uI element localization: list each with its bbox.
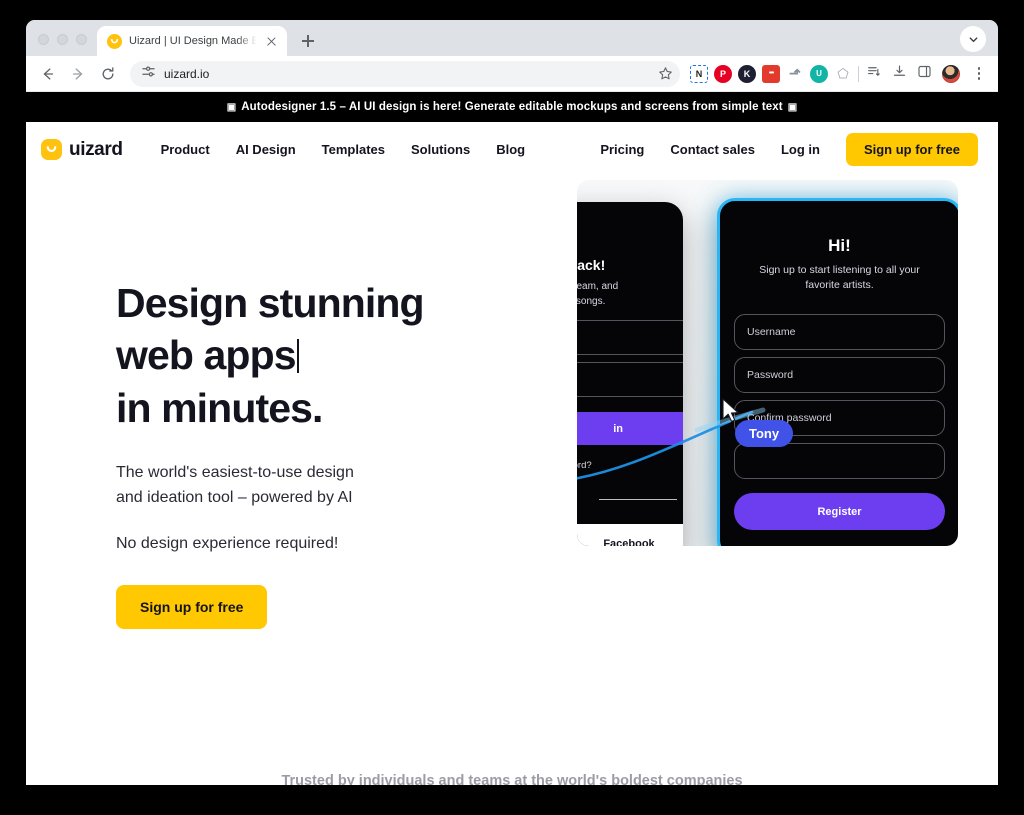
forward-arrow-icon[interactable]: [64, 60, 92, 88]
download-icon[interactable]: [892, 64, 907, 84]
nav-right-group: Pricing Contact sales Log in Sign up for…: [600, 133, 978, 166]
browser-window: Uizard | UI Design Made Easy: [26, 20, 998, 785]
pinterest-extension-icon[interactable]: P: [714, 64, 732, 83]
mockup-forgot-password-link[interactable]: assword?: [577, 460, 592, 471]
mockup-extra-field[interactable]: [734, 443, 945, 479]
close-tab-icon[interactable]: [264, 34, 279, 49]
kebab-menu-icon[interactable]: [970, 65, 988, 83]
side-panel-icon[interactable]: [917, 64, 932, 84]
mockup-signup-title: Hi!: [828, 236, 851, 255]
toolbar-divider: [858, 65, 859, 82]
nav-item-solutions[interactable]: Solutions: [411, 142, 470, 157]
nav-item-log-in[interactable]: Log in: [781, 142, 820, 157]
typing-caret: [296, 338, 299, 374]
mockup-facebook-button[interactable]: Facebook: [577, 524, 683, 546]
url-text: uizard.io: [164, 66, 210, 81]
mockup-login-subtitle: r, stream, ands of songs.: [577, 281, 619, 307]
browser-tab[interactable]: Uizard | UI Design Made Easy: [97, 26, 287, 56]
hero-mockup-image: e back! r, stream, ands of songs. in ass…: [577, 180, 958, 546]
uizard-mark-icon: [41, 139, 62, 160]
back-arrow-icon[interactable]: [34, 60, 62, 88]
browser-toolbar: uizard.io N P K ••• ⬏ U ⬠: [26, 56, 998, 92]
uizard-logo[interactable]: uizard: [41, 139, 123, 161]
signup-button-hero[interactable]: Sign up for free: [116, 585, 268, 629]
brand-name: uizard: [69, 138, 123, 160]
tab-strip: Uizard | UI Design Made Easy: [26, 20, 998, 56]
profile-avatar[interactable]: [942, 64, 960, 83]
pin-left-icon: ▣: [226, 101, 237, 113]
trusted-by-section: Trusted by individuals and teams at the …: [26, 773, 998, 785]
hero-section: Design stunning web apps in minutes. The…: [26, 177, 998, 785]
mockup-username-field[interactable]: Username: [734, 314, 945, 350]
announcement-banner[interactable]: ▣ Autodesigner 1.5 – AI UI design is her…: [26, 92, 998, 122]
hero-title-line-1: Design stunning: [116, 280, 425, 326]
extension-icons: N P K ••• ⬏ U ⬠: [690, 64, 852, 83]
hero-title-line-2: web apps: [116, 332, 297, 379]
site-settings-icon[interactable]: [142, 65, 155, 83]
tab-title: Uizard | UI Design Made Easy: [129, 35, 257, 47]
nav-item-contact-sales[interactable]: Contact sales: [670, 142, 755, 157]
kit-extension-icon[interactable]: K: [738, 64, 756, 83]
mockup-login-screen: e back! r, stream, ands of songs. in ass…: [577, 202, 683, 546]
page-viewport: ▣ Autodesigner 1.5 – AI UI design is her…: [26, 92, 998, 785]
mockup-signup-screen: Hi! Sign up to start listening to all yo…: [717, 198, 958, 546]
outline-extension-icon[interactable]: ⬠: [834, 65, 852, 83]
hero-title: Design stunning web apps in minutes.: [116, 277, 546, 434]
pin-right-icon: ▣: [787, 101, 798, 113]
nav-item-product[interactable]: Product: [161, 142, 210, 157]
reading-list-icon[interactable]: [867, 64, 882, 84]
uizard-favicon-icon: [107, 33, 122, 49]
cursor-name-badge: Tony: [735, 420, 794, 447]
signup-button-nav[interactable]: Sign up for free: [845, 133, 978, 166]
tab-list-chevron-down-icon[interactable]: [960, 26, 986, 52]
close-window-button[interactable]: [38, 34, 49, 45]
minimize-window-button[interactable]: [57, 34, 68, 45]
mockup-login-divider: [599, 499, 677, 500]
nav-links: Product AI Design Templates Solutions Bl…: [161, 142, 526, 157]
trusted-by-text: Trusted by individuals and teams at the …: [281, 773, 743, 785]
nav-item-ai-design[interactable]: AI Design: [236, 142, 296, 157]
mockup-password-field[interactable]: Password: [734, 357, 945, 393]
nav-item-templates[interactable]: Templates: [322, 142, 385, 157]
mockup-login-title: e back!: [577, 257, 606, 273]
pin-extension-icon[interactable]: ⬏: [786, 65, 804, 83]
hero-copy: Design stunning web apps in minutes. The…: [116, 277, 546, 629]
hero-subtitle-secondary: No design experience required!: [116, 535, 339, 552]
mockup-login-field-1[interactable]: [577, 320, 683, 355]
maximize-window-button[interactable]: [76, 34, 87, 45]
hero-subtitle: The world's easiest-to-use design and id…: [116, 461, 546, 511]
site-navigation: uizard Product AI Design Templates Solut…: [26, 122, 998, 177]
address-bar[interactable]: uizard.io: [130, 60, 680, 87]
new-tab-button[interactable]: [295, 28, 321, 54]
mockup-register-button[interactable]: Register: [734, 493, 945, 530]
mockup-login-button[interactable]: in: [577, 412, 683, 445]
window-traffic-lights: [26, 34, 97, 56]
hero-subtitle-line-2: and ideation tool – powered by AI: [116, 489, 353, 507]
mockup-signup-subtitle: Sign up to start listening to all your f…: [759, 264, 920, 292]
bookmark-star-icon[interactable]: [652, 60, 678, 87]
mockup-login-field-2[interactable]: [577, 362, 683, 397]
teal-extension-icon[interactable]: U: [810, 64, 828, 83]
red-square-extension-icon[interactable]: •••: [762, 64, 780, 83]
reload-icon[interactable]: [94, 60, 122, 88]
nav-item-blog[interactable]: Blog: [496, 142, 525, 157]
notion-extension-icon[interactable]: N: [690, 64, 708, 83]
hero-subtitle-line-1: The world's easiest-to-use design: [116, 464, 354, 482]
nav-item-pricing[interactable]: Pricing: [600, 142, 644, 157]
hero-title-line-3: in minutes.: [116, 384, 323, 431]
announcement-text: Autodesigner 1.5 – AI UI design is here!…: [241, 101, 783, 113]
